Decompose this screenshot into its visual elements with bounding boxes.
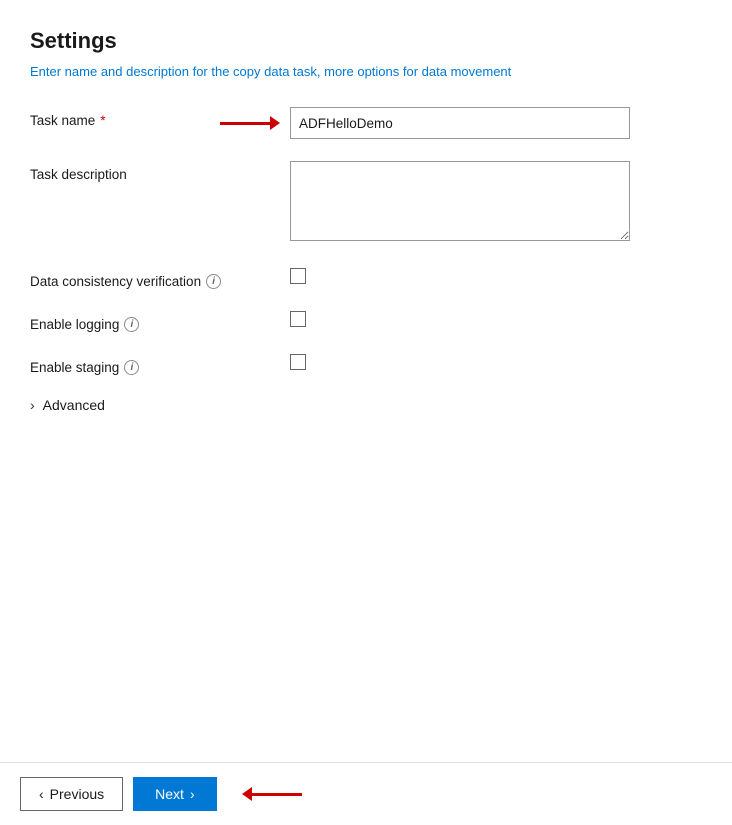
enable-logging-checkbox-wrapper <box>290 311 306 327</box>
previous-button[interactable]: ‹ Previous <box>20 777 123 811</box>
previous-chevron-icon: ‹ <box>39 786 44 802</box>
next-arrow-indicator <box>242 787 302 801</box>
task-name-input-row <box>290 107 702 139</box>
enable-staging-checkbox-wrapper <box>290 354 306 370</box>
task-description-field-wrapper <box>290 161 702 246</box>
advanced-label: Advanced <box>43 397 105 413</box>
enable-staging-label: Enable staging i <box>30 354 290 375</box>
enable-logging-checkbox[interactable] <box>290 311 306 327</box>
subtitle: Enter name and description for the copy … <box>30 64 702 79</box>
task-description-label: Task description <box>30 161 290 182</box>
enable-logging-info-icon[interactable]: i <box>124 317 139 332</box>
task-name-row: Task name * <box>30 107 702 139</box>
enable-staging-info-icon[interactable]: i <box>124 360 139 375</box>
previous-label: Previous <box>50 786 104 802</box>
data-consistency-checkbox-wrapper <box>290 268 306 284</box>
page-title: Settings <box>30 28 702 54</box>
enable-logging-label: Enable logging i <box>30 311 290 332</box>
enable-logging-row: Enable logging i <box>30 311 702 332</box>
enable-staging-checkbox[interactable] <box>290 354 306 370</box>
task-name-field-wrapper <box>290 107 702 139</box>
task-name-arrow <box>220 116 280 130</box>
data-consistency-info-icon[interactable]: i <box>206 274 221 289</box>
next-arrow-head <box>242 787 252 801</box>
next-label: Next <box>155 786 184 802</box>
next-arrow-shaft <box>252 793 302 796</box>
required-indicator: * <box>100 113 105 128</box>
next-button[interactable]: Next › <box>133 777 216 811</box>
task-name-input[interactable] <box>290 107 630 139</box>
footer: ‹ Previous Next › <box>0 762 732 825</box>
arrow-head <box>270 116 280 130</box>
advanced-section[interactable]: › Advanced <box>30 397 702 413</box>
main-content: Settings Enter name and description for … <box>0 0 732 762</box>
chevron-right-icon: › <box>30 397 35 413</box>
data-consistency-label: Data consistency verification i <box>30 268 290 289</box>
next-chevron-icon: › <box>190 786 195 802</box>
task-description-input[interactable] <box>290 161 630 241</box>
data-consistency-row: Data consistency verification i <box>30 268 702 289</box>
enable-staging-row: Enable staging i <box>30 354 702 375</box>
task-description-row: Task description <box>30 161 702 246</box>
data-consistency-checkbox[interactable] <box>290 268 306 284</box>
arrow-shaft <box>220 122 270 125</box>
